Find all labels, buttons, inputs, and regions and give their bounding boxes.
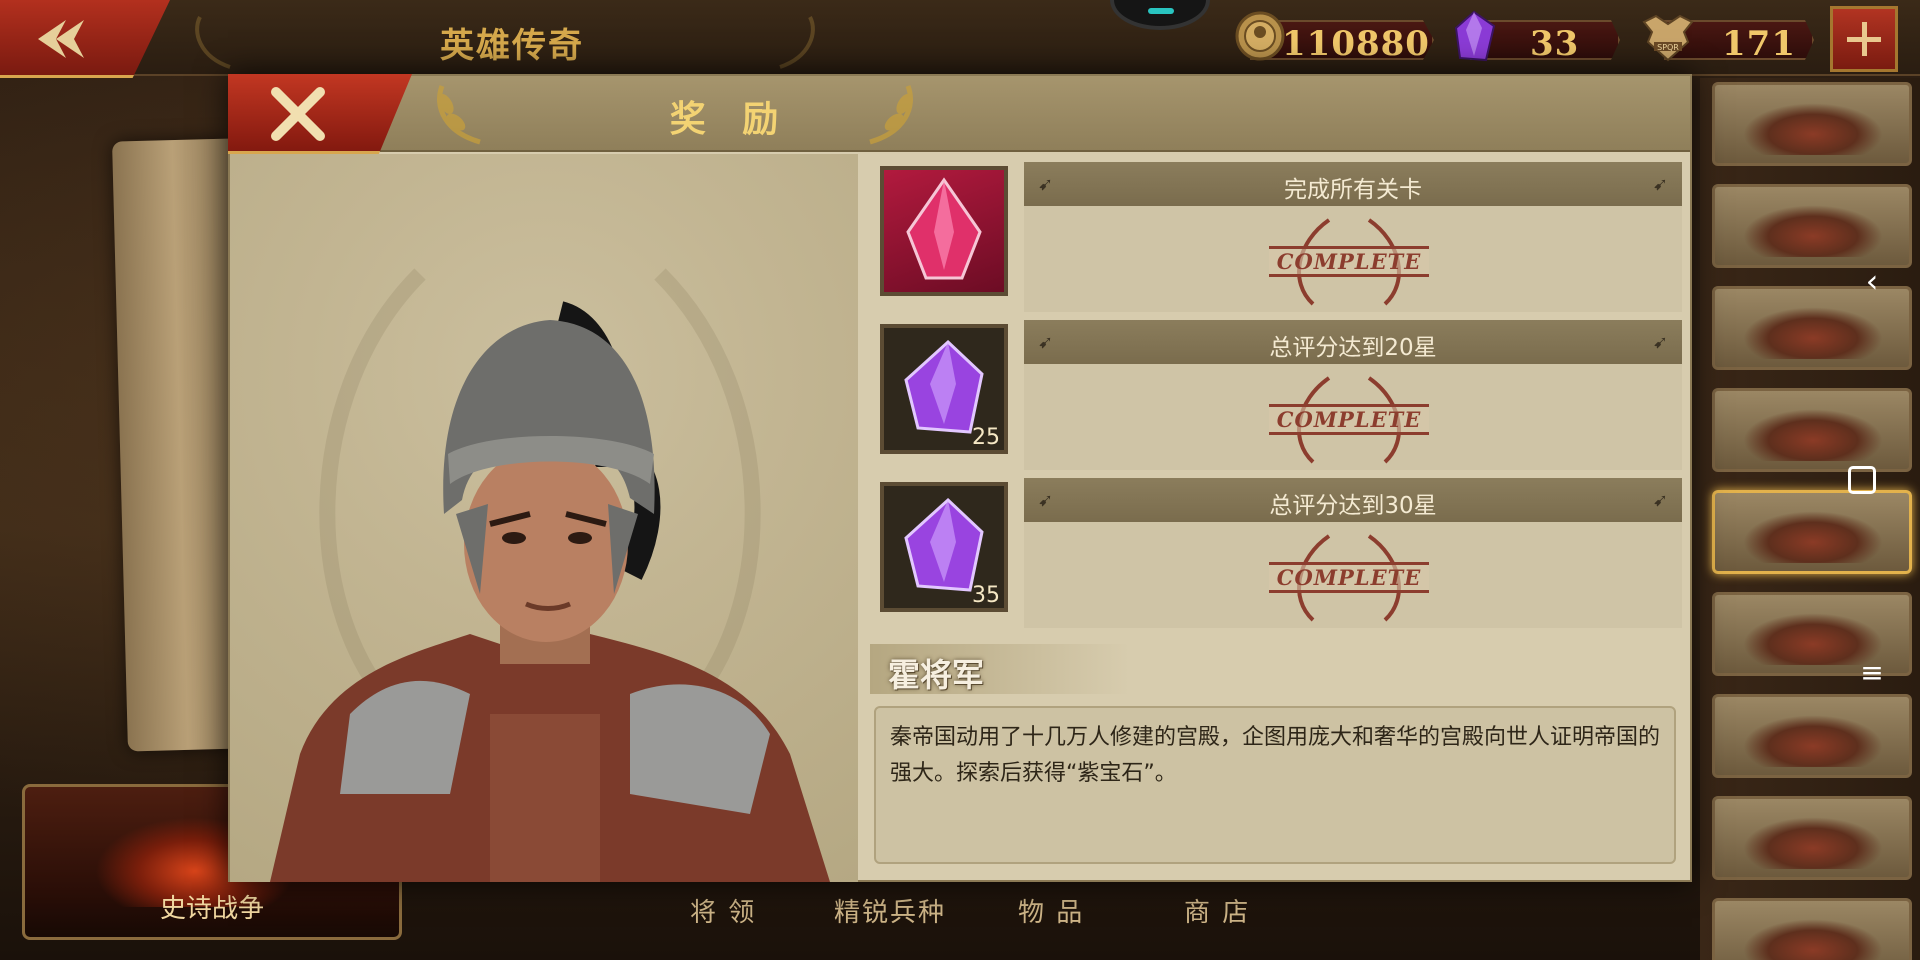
arrow-right-icon: ➹ (1652, 332, 1668, 353)
reward-condition-bar: ➹ 完成所有关卡 ➹ (1024, 162, 1682, 206)
general-figure (270, 301, 830, 882)
building-palace[interactable] (1712, 490, 1912, 574)
reward-condition-bar: ➹ 总评分达到20星 ➹ (1024, 320, 1682, 364)
system-back-icon[interactable]: ‹ (1852, 262, 1892, 302)
building-forest[interactable] (1712, 694, 1912, 778)
reward-icon-box[interactable] (880, 166, 1008, 296)
arrow-right-icon: ➹ (1652, 490, 1668, 511)
nav-generals[interactable]: 将 领 (690, 892, 756, 929)
laurel-right-icon (869, 85, 913, 145)
reward-row: ➹ 完成所有关卡 ➹ COMPLETE (870, 162, 1682, 312)
system-home-icon[interactable] (1848, 466, 1876, 494)
reward-panel: ➹ 总评分达到20星 ➹ COMPLETE (1024, 320, 1682, 470)
reward-panel: ➹ 完成所有关卡 ➹ COMPLETE (1024, 162, 1682, 312)
reward-condition: 完成所有关卡 (1284, 177, 1422, 203)
camera-notch (1110, 0, 1210, 30)
building-fortress[interactable] (1712, 796, 1912, 880)
nav-elite-units[interactable]: 精锐兵种 (834, 892, 946, 929)
building-stonehenge[interactable] (1712, 82, 1912, 166)
back-button[interactable] (0, 0, 170, 78)
nav-items[interactable]: 物 品 (1018, 892, 1084, 929)
complete-stamp: COMPLETE (1269, 370, 1429, 466)
reward-condition: 总评分达到30星 (1269, 493, 1437, 519)
add-currency-button[interactable] (1830, 6, 1898, 72)
building-image (1743, 715, 1883, 767)
ruby-gem-icon (906, 177, 982, 280)
arrow-right-icon: ➹ (1652, 174, 1668, 195)
building-image (1743, 205, 1883, 257)
page-title: 英雄传奇 (440, 26, 584, 66)
complete-stamp: COMPLETE (1269, 528, 1429, 624)
laurel-right-icon (779, 16, 815, 69)
building-image (1743, 307, 1883, 359)
purple-gem-icon (1454, 10, 1496, 62)
building-image (1743, 817, 1883, 869)
building-colosseum[interactable] (1712, 388, 1912, 472)
dialog-title: 奖 励 (669, 98, 791, 140)
hero-description: 秦帝国动用了十几万人修建的宫殿，企图用庞大和奢华的宫殿向世人证明帝国的强大。探索… (874, 706, 1676, 864)
building-image (1743, 919, 1883, 960)
reward-panel: ➹ 总评分达到30星 ➹ COMPLETE (1024, 478, 1682, 628)
building-image (1743, 511, 1883, 563)
hero-name: 霍将军 (888, 656, 985, 694)
back-arrow-icon (38, 20, 84, 58)
reward-condition: 总评分达到20星 (1269, 335, 1437, 361)
dialog-header: 奖 励 (228, 74, 1690, 154)
eagle-emblem-icon: SPQR (1642, 14, 1694, 62)
reward-row: 25 ➹ 总评分达到20星 ➹ COMPLETE (870, 320, 1682, 470)
reward-icon-box[interactable]: 35 (880, 482, 1008, 612)
reward-row: 35 ➹ 总评分达到30星 ➹ COMPLETE (870, 478, 1682, 628)
building-image (1743, 409, 1883, 461)
building-castle[interactable] (1712, 898, 1912, 960)
hero-portrait (230, 154, 858, 882)
building-list (1700, 78, 1920, 960)
nav-shop[interactable]: 商 店 (1184, 892, 1250, 929)
top-bar: 英雄传奇 110880 33 171 SPQR (0, 0, 1920, 78)
coin-icon (1235, 11, 1285, 61)
hero-name-tab: 霍将军 (870, 644, 1130, 694)
reward-icon-box[interactable]: 25 (880, 324, 1008, 454)
complete-stamp: COMPLETE (1269, 212, 1429, 308)
svg-text:SPQR: SPQR (1657, 43, 1679, 52)
reward-dialog: 奖 励 ➹ 完成所有关卡 ➹ COMPLETE 25 ➹ 总评分达到20星 ➹ … (228, 74, 1692, 882)
building-aqueduct[interactable] (1712, 184, 1912, 268)
laurel-left-icon (195, 16, 231, 69)
building-image (1743, 103, 1883, 155)
system-menu-icon[interactable]: ≡ (1852, 656, 1892, 696)
reward-condition-bar: ➹ 总评分达到30星 ➹ (1024, 478, 1682, 522)
